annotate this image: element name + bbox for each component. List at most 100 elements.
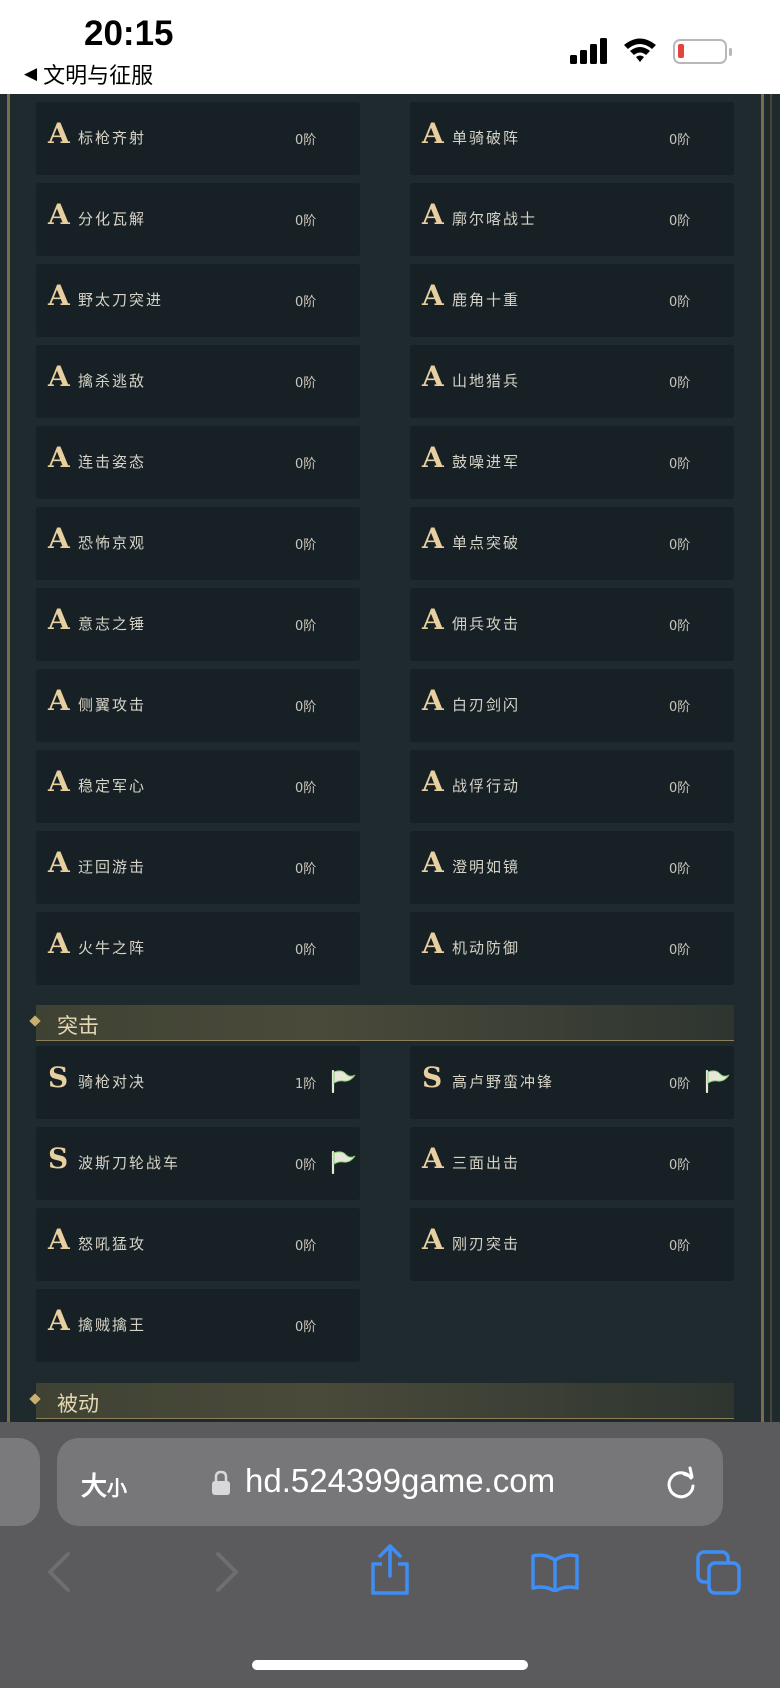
skill-card[interactable]: A 野太刀突进 0阶 bbox=[36, 264, 360, 337]
skill-card[interactable]: A 山地猎兵 0阶 bbox=[410, 345, 734, 418]
frame-border-left bbox=[7, 94, 10, 1422]
back-arrow-icon[interactable] bbox=[44, 1550, 74, 1594]
skill-name: 迂回游击 bbox=[78, 858, 147, 876]
grade-badge: A bbox=[48, 360, 70, 393]
bookmarks-icon[interactable] bbox=[530, 1552, 580, 1592]
grade-badge: A bbox=[48, 1304, 70, 1337]
skill-grid-top: A 标枪齐射 0阶 A 单骑破阵 0阶 A 分化瓦解 0阶 A 廓尔喀战士 0阶 A 野太刀突进 0阶 A 鹿角… bbox=[36, 102, 734, 985]
cellular-signal-icon bbox=[570, 38, 607, 64]
skill-card[interactable]: A 火牛之阵 0阶 bbox=[36, 912, 360, 985]
skill-name: 鹿角十重 bbox=[452, 291, 521, 309]
skill-level: 0阶 bbox=[669, 133, 691, 148]
grade-badge: A bbox=[422, 522, 444, 555]
grade-badge: A bbox=[48, 1223, 70, 1256]
skill-name: 侧翼攻击 bbox=[78, 696, 147, 714]
previous-tab-preview[interactable] bbox=[0, 1438, 40, 1526]
skill-card[interactable]: A 稳定军心 0阶 bbox=[36, 750, 360, 823]
grade-badge: A bbox=[422, 684, 444, 717]
skill-level: 0阶 bbox=[295, 700, 317, 715]
skill-card[interactable]: A 擒贼擒王 0阶 bbox=[36, 1289, 360, 1362]
grade-badge: S bbox=[48, 1142, 69, 1175]
grade-badge: A bbox=[48, 846, 70, 879]
skill-card[interactable]: A 迂回游击 0阶 bbox=[36, 831, 360, 904]
webpage-content: A 标枪齐射 0阶 A 单骑破阵 0阶 A 分化瓦解 0阶 A 廓尔喀战士 0阶 A 野太刀突进 0阶 A 鹿角… bbox=[0, 94, 780, 1422]
grade-badge: A bbox=[422, 927, 444, 960]
skill-level: 0阶 bbox=[295, 1320, 317, 1335]
skill-name: 火牛之阵 bbox=[78, 939, 147, 957]
grade-badge: A bbox=[422, 603, 444, 636]
address-bar[interactable]: 大小 hd.524399game.com bbox=[57, 1438, 723, 1526]
grade-badge: A bbox=[48, 765, 70, 798]
skill-name: 机动防御 bbox=[452, 939, 521, 957]
skill-card[interactable]: A 怒吼猛攻 0阶 bbox=[36, 1208, 360, 1281]
skill-level: 0阶 bbox=[669, 781, 691, 796]
skill-card[interactable]: A 澄明如镜 0阶 bbox=[410, 831, 734, 904]
grade-badge: A bbox=[48, 198, 70, 231]
back-triangle-icon: ◀ bbox=[24, 64, 38, 84]
skill-level: 0阶 bbox=[295, 862, 317, 877]
skill-name: 擒杀逃敌 bbox=[78, 372, 147, 390]
share-icon[interactable] bbox=[368, 1544, 412, 1596]
reload-icon[interactable] bbox=[663, 1464, 699, 1502]
grade-badge: A bbox=[48, 117, 70, 150]
skill-card[interactable]: A 侧翼攻击 0阶 bbox=[36, 669, 360, 742]
skill-card[interactable]: A 意志之锤 0阶 bbox=[36, 588, 360, 661]
skill-card[interactable]: A 鹿角十重 0阶 bbox=[410, 264, 734, 337]
flag-icon bbox=[705, 1069, 730, 1093]
skill-card[interactable]: A 白刃剑闪 0阶 bbox=[410, 669, 734, 742]
skill-card[interactable]: A 恐怖京观 0阶 bbox=[36, 507, 360, 580]
grade-badge: A bbox=[48, 603, 70, 636]
skill-name: 单骑破阵 bbox=[452, 129, 521, 147]
skill-level: 0阶 bbox=[669, 943, 691, 958]
skill-card[interactable]: A 分化瓦解 0阶 bbox=[36, 183, 360, 256]
skill-name: 佣兵攻击 bbox=[452, 615, 521, 633]
home-indicator[interactable] bbox=[252, 1660, 528, 1670]
skill-name: 意志之锤 bbox=[78, 615, 147, 633]
skill-card[interactable]: A 廓尔喀战士 0阶 bbox=[410, 183, 734, 256]
skill-level: 0阶 bbox=[295, 619, 317, 634]
skill-level: 0阶 bbox=[669, 1077, 691, 1092]
forward-arrow-icon[interactable] bbox=[212, 1550, 242, 1594]
skill-name: 山地猎兵 bbox=[452, 372, 521, 390]
skill-card[interactable]: S 波斯刀轮战车 0阶 bbox=[36, 1127, 360, 1200]
skill-level: 0阶 bbox=[295, 943, 317, 958]
grade-badge: A bbox=[422, 198, 444, 231]
tabs-icon[interactable] bbox=[696, 1550, 742, 1596]
section-title: 突击 bbox=[57, 1014, 99, 1038]
back-to-app-link[interactable]: ◀ 文明与征服 bbox=[24, 58, 153, 90]
skill-name: 高卢野蛮冲锋 bbox=[452, 1073, 555, 1091]
section-header-assault: 突击 bbox=[29, 1005, 734, 1041]
grade-badge: A bbox=[48, 927, 70, 960]
skill-level: 0阶 bbox=[295, 376, 317, 391]
back-app-label: 文明与征服 bbox=[43, 64, 154, 89]
skill-name: 单点突破 bbox=[452, 534, 521, 552]
skill-card[interactable]: A 擒杀逃敌 0阶 bbox=[36, 345, 360, 418]
skill-card[interactable]: A 佣兵攻击 0阶 bbox=[410, 588, 734, 661]
skill-card[interactable]: A 标枪齐射 0阶 bbox=[36, 102, 360, 175]
skill-level: 0阶 bbox=[669, 295, 691, 310]
skill-card[interactable]: A 鼓噪进军 0阶 bbox=[410, 426, 734, 499]
skill-card[interactable]: A 机动防御 0阶 bbox=[410, 912, 734, 985]
skill-card[interactable]: A 单点突破 0阶 bbox=[410, 507, 734, 580]
skill-name: 波斯刀轮战车 bbox=[78, 1154, 181, 1172]
grade-badge: A bbox=[422, 765, 444, 798]
grade-badge: A bbox=[422, 441, 444, 474]
grade-badge: A bbox=[422, 360, 444, 393]
skill-card[interactable]: S 高卢野蛮冲锋 0阶 bbox=[410, 1046, 734, 1119]
skill-level: 0阶 bbox=[669, 700, 691, 715]
skill-level: 1阶 bbox=[295, 1077, 317, 1092]
text-size-small: 小 bbox=[107, 1476, 128, 1500]
skill-card[interactable]: A 战俘行动 0阶 bbox=[410, 750, 734, 823]
skill-card[interactable]: A 三面出击 0阶 bbox=[410, 1127, 734, 1200]
skill-card[interactable]: A 单骑破阵 0阶 bbox=[410, 102, 734, 175]
skill-name: 标枪齐射 bbox=[78, 129, 147, 147]
text-size-button[interactable]: 大小 bbox=[81, 1466, 127, 1503]
grade-badge: A bbox=[422, 279, 444, 312]
skill-card[interactable]: S 骑枪对决 1阶 bbox=[36, 1046, 360, 1119]
section-header-passive: 被动 bbox=[29, 1383, 734, 1419]
skill-name: 三面出击 bbox=[452, 1154, 521, 1172]
skill-level: 0阶 bbox=[295, 1239, 317, 1254]
skill-card[interactable]: A 连击姿态 0阶 bbox=[36, 426, 360, 499]
skill-name: 怒吼猛攻 bbox=[78, 1235, 147, 1253]
skill-card[interactable]: A 刚刃突击 0阶 bbox=[410, 1208, 734, 1281]
